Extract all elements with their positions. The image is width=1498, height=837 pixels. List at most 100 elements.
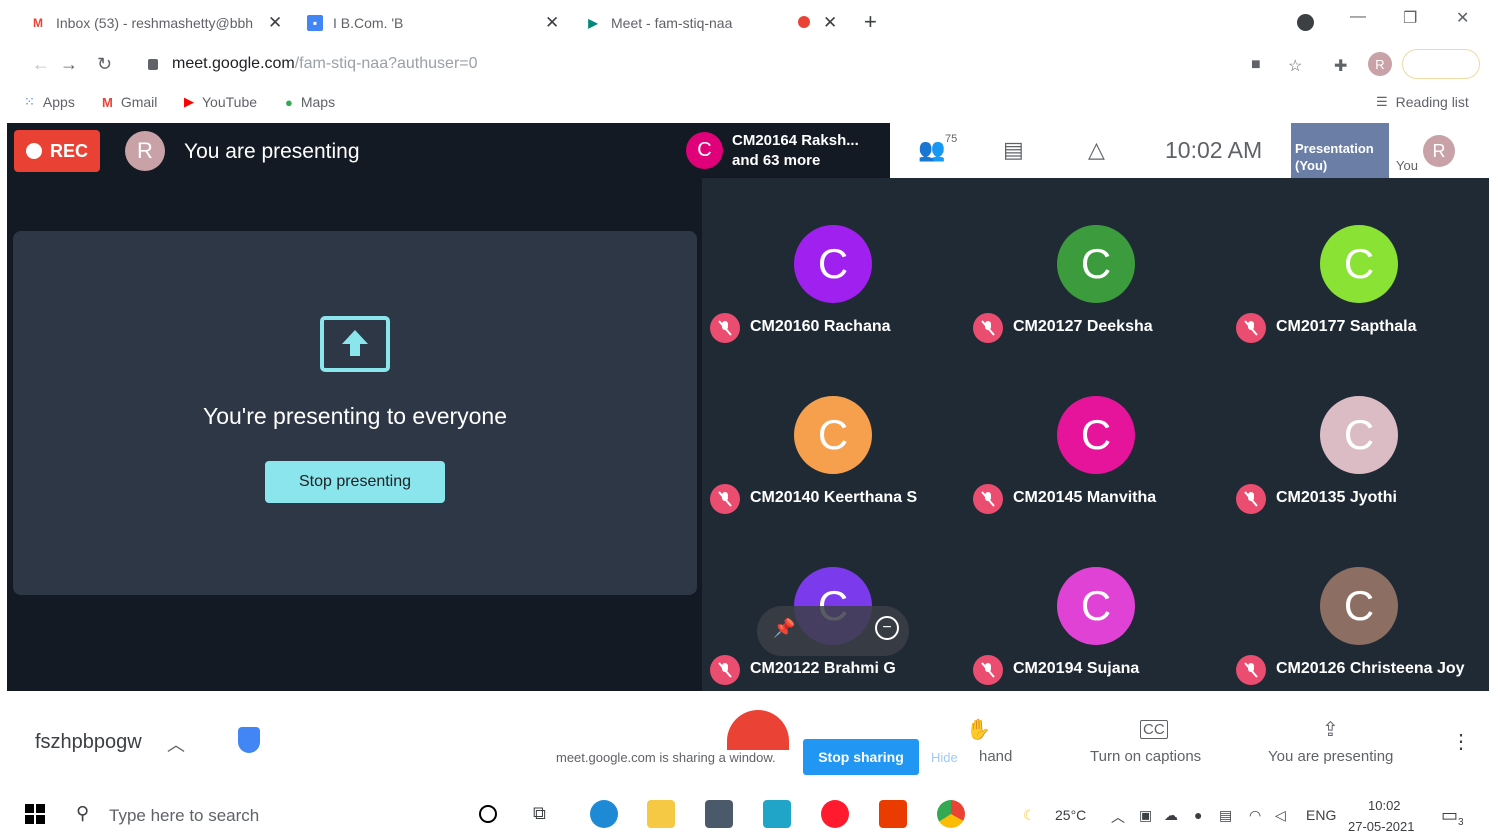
- stop-sharing-button[interactable]: Stop sharing: [803, 739, 919, 775]
- edge-icon[interactable]: [590, 800, 618, 828]
- windows-taskbar: ⚲ Type here to search ⧉ ☾ 25°C ︿ ▣ ☁ ● ▤…: [0, 789, 1498, 837]
- people-icon[interactable]: 👥: [918, 137, 945, 163]
- tray-device-icon[interactable]: ▣: [1139, 807, 1152, 824]
- recording-badge[interactable]: REC: [14, 130, 100, 172]
- security-shield-icon[interactable]: [238, 727, 260, 753]
- tab-title: Meet - fam-stiq-naa: [611, 15, 733, 31]
- bookmark-label: Gmail: [120, 94, 158, 110]
- tab-search-icon[interactable]: [1297, 14, 1314, 31]
- participant-tile[interactable]: C CM20127 Deeksha: [965, 178, 1227, 348]
- presentation-thumbnail[interactable]: Presentation (You): [1291, 123, 1389, 178]
- mic-off-icon: [710, 655, 740, 685]
- captions-icon[interactable]: CC: [1140, 720, 1168, 739]
- tab-gmail[interactable]: M Inbox (53) - reshmashetty@bbh ✕: [30, 10, 285, 36]
- reload-icon[interactable]: ↻: [97, 54, 112, 75]
- tab-classroom[interactable]: ▪ I B.Com. 'B ✕: [307, 10, 562, 36]
- bookmark-gmail[interactable]: M Gmail: [102, 94, 157, 110]
- participant-tile[interactable]: C 📌 − CM20122 Brahmi G: [702, 520, 964, 690]
- remove-participant-icon[interactable]: −: [875, 616, 899, 640]
- participant-avatar: C: [1320, 396, 1398, 474]
- hang-up-button[interactable]: [727, 710, 789, 750]
- file-explorer-icon[interactable]: [647, 800, 675, 828]
- captions-label[interactable]: Turn on captions: [1090, 748, 1201, 765]
- pin-icon[interactable]: 📌: [773, 618, 795, 639]
- profile-avatar[interactable]: R: [1368, 52, 1392, 76]
- present-screen-icon: [320, 316, 390, 372]
- taskbar-time[interactable]: 10:02: [1368, 798, 1401, 813]
- office-icon[interactable]: [879, 800, 907, 828]
- minimize-icon[interactable]: —: [1350, 8, 1366, 26]
- volume-icon[interactable]: ◁: [1275, 807, 1286, 824]
- onedrive-icon[interactable]: ☁: [1164, 807, 1178, 824]
- present-icon[interactable]: ⇪: [1322, 717, 1339, 742]
- you-are-presenting-label[interactable]: You are presenting: [1268, 748, 1393, 765]
- stop-presenting-button[interactable]: Stop presenting: [265, 461, 445, 503]
- restore-icon[interactable]: ❐: [1403, 8, 1417, 28]
- close-tab-icon[interactable]: ✕: [545, 13, 559, 33]
- back-icon[interactable]: ←: [32, 54, 50, 75]
- meet-stage: REC R You are presenting You're presenti…: [7, 123, 1489, 691]
- participant-avatar: C: [1057, 225, 1135, 303]
- task-view-icon[interactable]: ⧉: [533, 803, 546, 824]
- taskbar-search-input[interactable]: Type here to search: [109, 806, 259, 826]
- hide-sharing-link[interactable]: Hide: [931, 750, 958, 765]
- active-speaker-chip[interactable]: C CM20164 Raksh... and 63 more: [678, 123, 890, 178]
- raise-hand-label[interactable]: hand: [979, 748, 1012, 765]
- mail-icon[interactable]: [705, 800, 733, 828]
- participant-tile[interactable]: C CM20145 Manvitha: [965, 349, 1227, 519]
- raise-hand-icon[interactable]: ✋: [966, 717, 991, 742]
- close-tab-icon[interactable]: ✕: [268, 13, 282, 33]
- participant-tile[interactable]: C CM20160 Rachana: [702, 178, 964, 348]
- participant-tile[interactable]: C CM20135 Jyothi: [1228, 349, 1490, 519]
- update-button[interactable]: [1402, 49, 1480, 79]
- participant-avatar: C: [794, 225, 872, 303]
- bookmark-star-icon[interactable]: ☆: [1288, 56, 1302, 76]
- chrome-icon[interactable]: [937, 800, 965, 828]
- participant-tile[interactable]: C CM20140 Keerthana S: [702, 349, 964, 519]
- dell-icon[interactable]: [763, 800, 791, 828]
- activities-icon[interactable]: △: [1088, 137, 1105, 163]
- close-tab-icon[interactable]: ✕: [823, 13, 837, 33]
- speaker-more: and 63 more: [732, 152, 821, 169]
- more-options-icon[interactable]: ⋮: [1451, 729, 1471, 754]
- window-close-icon[interactable]: ✕: [1456, 8, 1469, 28]
- reading-list[interactable]: ☰ Reading list: [1376, 94, 1469, 110]
- participant-tile[interactable]: C CM20126 Christeena Joy: [1228, 520, 1490, 690]
- bookmark-youtube[interactable]: ▶ YouTube: [184, 94, 257, 110]
- cortana-icon[interactable]: [479, 805, 497, 823]
- tab-meet[interactable]: ▶ Meet - fam-stiq-naa ✕: [585, 10, 840, 36]
- participant-avatar: C: [1057, 567, 1135, 645]
- bookmark-maps[interactable]: ● Maps: [285, 94, 335, 110]
- temperature[interactable]: 25°C: [1055, 807, 1086, 823]
- bookmark-label: Maps: [300, 94, 336, 110]
- participant-name: CM20135 Jyothi: [1276, 489, 1397, 506]
- camera-in-use-icon[interactable]: ■: [1251, 56, 1261, 74]
- presenting-message: You're presenting to everyone: [202, 403, 508, 429]
- bookmark-apps[interactable]: ⁙ Apps: [24, 94, 75, 110]
- lock-icon[interactable]: [148, 59, 158, 70]
- participant-tile[interactable]: C CM20194 Sujana: [965, 520, 1227, 690]
- windows-start-icon[interactable]: [25, 804, 45, 824]
- record-dot-icon: [25, 143, 42, 159]
- new-tab-button[interactable]: +: [864, 9, 877, 35]
- participant-name: CM20177 Sapthala: [1276, 318, 1417, 335]
- notification-icon[interactable]: ▭: [1441, 805, 1458, 826]
- meeting-code[interactable]: fszhpbpogw: [35, 731, 142, 754]
- forward-icon[interactable]: →: [60, 54, 78, 75]
- extensions-icon[interactable]: ✚: [1334, 56, 1347, 76]
- participant-name: CM20194 Sujana: [1013, 660, 1140, 677]
- url-field[interactable]: meet.google.com/fam-stiq-naa?authuser=0: [172, 55, 478, 73]
- participant-tile[interactable]: C CM20177 Sapthala: [1228, 178, 1490, 348]
- tray-app-icon[interactable]: ▤: [1219, 807, 1232, 824]
- chat-icon[interactable]: ▤: [1003, 137, 1024, 163]
- tray-chevron-icon[interactable]: ︿: [1111, 807, 1125, 827]
- self-avatar[interactable]: R: [1423, 135, 1455, 167]
- microphone-icon[interactable]: ●: [1194, 807, 1202, 823]
- chevron-up-icon[interactable]: ︿: [167, 731, 185, 757]
- language-indicator[interactable]: ENG: [1306, 807, 1336, 823]
- wifi-icon[interactable]: ◠: [1249, 807, 1261, 824]
- opera-icon[interactable]: [821, 800, 849, 828]
- weather-icon[interactable]: ☾: [1023, 807, 1036, 824]
- bookmarks-bar: ⁙ Apps M Gmail ▶ YouTube ● Maps ☰ Reading lis…: [0, 86, 1498, 122]
- taskbar-date[interactable]: 27-05-2021: [1348, 819, 1415, 834]
